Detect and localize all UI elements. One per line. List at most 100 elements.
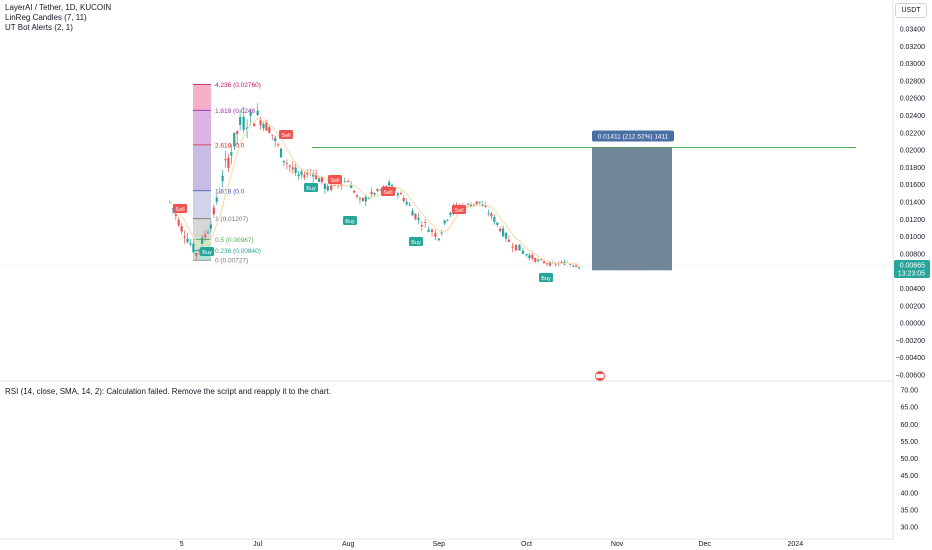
signal-label: Sell — [383, 190, 392, 196]
candle-body — [352, 190, 356, 193]
indicator-linreg[interactable]: LinReg Candles (7, 11) — [5, 13, 111, 23]
candle-body — [364, 196, 367, 202]
signal-label: Buy — [306, 186, 316, 192]
candle-body — [203, 234, 207, 237]
price-tick-label: 0.01400 — [900, 200, 925, 207]
price-tick-label: 0.00800 — [900, 251, 925, 258]
candle-body — [525, 254, 528, 256]
candle-body — [507, 239, 511, 242]
candle-body — [323, 183, 326, 190]
candle-body — [212, 207, 215, 215]
candle-body — [274, 137, 277, 142]
signal-label: Sell — [330, 178, 339, 184]
candle-body — [427, 229, 430, 233]
candle-body — [224, 159, 227, 161]
candle-body — [446, 219, 449, 221]
price-tick-label: 0.00400 — [900, 286, 925, 293]
time-tick-label: Nov — [611, 541, 624, 548]
price-tick-label: 0.03400 — [900, 27, 925, 34]
candle-body — [253, 123, 256, 127]
candle-body — [499, 228, 502, 232]
candle-body — [388, 182, 391, 186]
candle-body — [183, 236, 186, 238]
candle-body — [209, 224, 213, 229]
signal-label: Sell — [175, 207, 184, 213]
fib-level-label: 0.5 (0.00967) — [215, 237, 254, 244]
symbol-title[interactable]: LayerAI / Tether, 1D, KUCOIN — [5, 3, 111, 13]
candle-body — [361, 197, 364, 201]
fib-level-label: 1.618 (0.0246 — [215, 108, 256, 115]
rsi-tick-label: 50.00 — [900, 456, 918, 463]
candle-body — [201, 237, 204, 245]
candle-body — [282, 160, 286, 163]
candle-body — [572, 265, 575, 267]
measure-label: 0.01411 (212.52%) 1411 — [598, 134, 669, 141]
candle-body — [297, 174, 300, 177]
candle-body — [475, 201, 478, 204]
candle-body — [300, 171, 303, 175]
candle-body — [249, 111, 252, 116]
fib-level-label: 0 (0.00727) — [215, 258, 248, 265]
candle-body — [294, 167, 297, 174]
candle-body — [528, 255, 531, 259]
candle-body — [256, 110, 259, 115]
candle-body — [279, 148, 283, 158]
candle-body — [206, 232, 210, 234]
time-tick-label: 2024 — [788, 541, 804, 548]
candle-body — [242, 116, 245, 130]
candle-body — [511, 246, 514, 248]
fib-level-label: 0.236 (0.00840) — [215, 248, 261, 255]
measure-box[interactable]: 0.01411 (212.52%) 1411 — [592, 130, 674, 271]
price-tick-label: 0.02200 — [900, 130, 925, 137]
candle-body — [285, 162, 288, 164]
price-tick-label: 0.01800 — [900, 165, 925, 172]
candle-body — [326, 186, 329, 191]
candle-body — [484, 205, 487, 207]
candle-body — [233, 132, 236, 146]
grid — [0, 0, 894, 540]
price-tick-label: −0.00600 — [896, 373, 925, 380]
candle-body — [277, 144, 280, 146]
rsi-tick-label: 40.00 — [900, 490, 918, 497]
candle-body — [198, 249, 201, 251]
fib-zone — [193, 110, 211, 145]
currency-button[interactable]: USDT — [895, 3, 927, 18]
candle-body — [239, 116, 242, 125]
candle-body — [424, 222, 427, 223]
candle-body — [493, 216, 496, 222]
fib-zone — [193, 84, 211, 111]
price-tick-label: 0.01000 — [900, 234, 925, 241]
price-tick-label: 0.03200 — [900, 44, 925, 51]
time-tick-label: 5 — [180, 541, 184, 548]
candle-body — [236, 131, 239, 134]
price-tags: 0.0066513:23:05 — [894, 260, 930, 279]
candle-body — [180, 226, 183, 232]
candle-body — [288, 165, 291, 167]
candle-body — [545, 263, 549, 265]
fib-zone — [193, 144, 211, 191]
candle-body — [358, 198, 362, 200]
candle-body — [504, 233, 508, 239]
candle-body — [487, 213, 490, 214]
candle-body — [230, 152, 233, 156]
candle-body — [367, 197, 370, 199]
candle-body — [195, 253, 198, 256]
rsi-tick-label: 55.00 — [900, 439, 918, 446]
candle-body — [373, 192, 376, 195]
signal-label: Sell — [281, 133, 290, 139]
fib-level-label: 4.236 (0.02760) — [215, 82, 261, 89]
rsi-tick-label: 65.00 — [900, 405, 918, 412]
candle-body — [414, 213, 417, 219]
indicator-utbot[interactable]: UT Bot Alerts (2, 1) — [5, 23, 111, 33]
price-tick-label: 0.00000 — [900, 321, 925, 328]
candle-body — [330, 185, 333, 190]
candle-body — [317, 178, 321, 182]
candle-body — [343, 181, 346, 183]
candle-body — [385, 185, 388, 188]
candle-body — [376, 189, 379, 192]
time-tick-label: Aug — [342, 541, 355, 548]
candle-body — [417, 217, 420, 220]
price-chart[interactable]: 4.236 (0.02760)1.618 (0.02462.618 (0.01.… — [0, 0, 932, 550]
candle-body — [478, 201, 481, 203]
fib-zone — [193, 190, 211, 219]
